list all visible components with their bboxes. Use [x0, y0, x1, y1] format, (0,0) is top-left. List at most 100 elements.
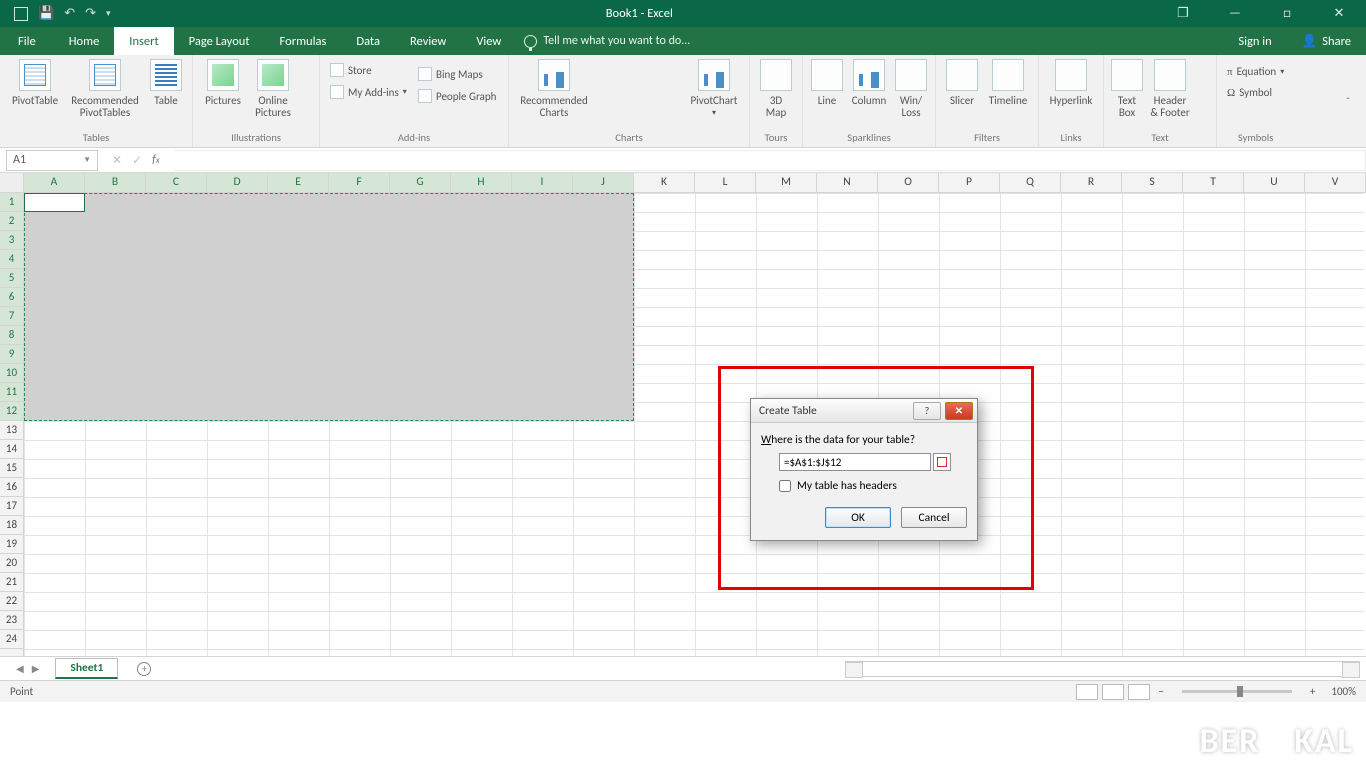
next-sheet-icon[interactable]: ▶	[32, 662, 40, 675]
symbol-button[interactable]: Ω Symbol	[1223, 84, 1276, 101]
dialog-titlebar[interactable]: Create Table ? ✕	[751, 399, 977, 423]
dialog-close-icon[interactable]: ✕	[945, 402, 973, 420]
chart-area-icon[interactable]	[625, 85, 653, 107]
table-button[interactable]: Table	[146, 59, 186, 107]
tab-review[interactable]: Review	[395, 27, 461, 55]
row-header[interactable]: 1	[0, 193, 23, 212]
name-box[interactable]: A1▼	[6, 150, 98, 171]
online-pictures-button[interactable]: Online Pictures	[249, 59, 297, 119]
pivotchart-button[interactable]: PivotChart▾	[685, 59, 743, 119]
column-header[interactable]: M	[756, 173, 817, 192]
chart-pie-icon[interactable]	[655, 61, 683, 83]
column-header[interactable]: U	[1244, 173, 1305, 192]
headers-label[interactable]: My table has headers	[797, 479, 897, 493]
row-header[interactable]: 21	[0, 573, 23, 592]
3d-map-button[interactable]: 3D Map	[756, 59, 796, 119]
insert-function-icon[interactable]: fx	[152, 153, 160, 168]
redo-icon[interactable]: ↷	[85, 6, 96, 21]
range-picker-icon[interactable]	[933, 453, 951, 471]
zoom-slider[interactable]	[1182, 690, 1292, 693]
cancel-button[interactable]: Cancel	[901, 507, 967, 528]
window-maximize-icon[interactable]: □	[1272, 6, 1302, 21]
prev-sheet-icon[interactable]: ◀	[16, 662, 24, 675]
ok-button[interactable]: OK	[825, 507, 891, 528]
column-header[interactable]: O	[878, 173, 939, 192]
column-header[interactable]: H	[451, 173, 512, 192]
new-sheet-button[interactable]: +	[132, 657, 156, 681]
recommended-charts-button[interactable]: Recommended Charts	[515, 59, 593, 119]
my-addins-button[interactable]: My Add-ins ▾	[326, 83, 411, 101]
row-header[interactable]: 11	[0, 383, 23, 402]
column-header[interactable]: I	[512, 173, 573, 192]
column-header[interactable]: L	[695, 173, 756, 192]
hyperlink-button[interactable]: Hyperlink	[1045, 59, 1097, 107]
ribbon-display-icon[interactable]: ❐	[1168, 6, 1198, 21]
sign-in-button[interactable]: Sign in	[1223, 27, 1286, 55]
row-header[interactable]: 18	[0, 516, 23, 535]
row-header[interactable]: 20	[0, 554, 23, 573]
share-button[interactable]: 👤 Share	[1287, 27, 1366, 55]
zoom-in-icon[interactable]: +	[1306, 685, 1319, 698]
tab-view[interactable]: View	[461, 27, 516, 55]
headers-checkbox[interactable]	[779, 480, 791, 492]
row-header[interactable]: 7	[0, 307, 23, 326]
store-button[interactable]: Store	[326, 61, 376, 79]
formula-bar[interactable]	[174, 150, 1366, 171]
undo-icon[interactable]: ↶	[64, 6, 75, 21]
row-header[interactable]: 16	[0, 478, 23, 497]
column-header[interactable]: A	[24, 173, 85, 192]
window-close-icon[interactable]: ✕	[1324, 6, 1354, 21]
column-header[interactable]: T	[1183, 173, 1244, 192]
row-header[interactable]: 2	[0, 212, 23, 231]
sparkline-winloss-button[interactable]: Win/ Loss	[893, 59, 929, 119]
column-header[interactable]: S	[1122, 173, 1183, 192]
header-footer-button[interactable]: Header & Footer	[1146, 59, 1194, 119]
column-header[interactable]: N	[817, 173, 878, 192]
chart-line-icon[interactable]	[625, 61, 653, 83]
row-header[interactable]: 24	[0, 630, 23, 649]
pivottable-button[interactable]: PivotTable	[6, 59, 64, 107]
column-header[interactable]: B	[85, 173, 146, 192]
column-header[interactable]: J	[573, 173, 634, 192]
view-normal-icon[interactable]	[1076, 684, 1098, 700]
tab-insert[interactable]: Insert	[114, 27, 173, 55]
select-all-corner[interactable]	[0, 173, 24, 192]
tab-data[interactable]: Data	[341, 27, 395, 55]
zoom-out-icon[interactable]: −	[1154, 685, 1167, 698]
row-header[interactable]: 9	[0, 345, 23, 364]
chart-scatter-icon[interactable]	[655, 85, 683, 107]
horizontal-scrollbar[interactable]	[845, 661, 1360, 677]
row-header[interactable]: 22	[0, 592, 23, 611]
column-header[interactable]: F	[329, 173, 390, 192]
tab-formulas[interactable]: Formulas	[265, 27, 342, 55]
column-header[interactable]: V	[1305, 173, 1366, 192]
people-graph-button[interactable]: People Graph	[414, 87, 500, 105]
chart-col-icon[interactable]	[595, 61, 623, 83]
row-header[interactable]: 6	[0, 288, 23, 307]
sparkline-column-button[interactable]: Column	[847, 59, 891, 107]
row-header[interactable]: 8	[0, 326, 23, 345]
chart-bar-icon[interactable]	[595, 85, 623, 107]
row-header[interactable]: 4	[0, 250, 23, 269]
dialog-help-icon[interactable]: ?	[913, 402, 941, 420]
row-header[interactable]: 19	[0, 535, 23, 554]
tab-file[interactable]: File	[0, 27, 54, 55]
view-pagebreak-icon[interactable]	[1128, 684, 1150, 700]
chevron-down-icon[interactable]: ▼	[83, 155, 91, 165]
view-pagelayout-icon[interactable]	[1102, 684, 1124, 700]
tab-home[interactable]: Home	[54, 27, 115, 55]
column-header[interactable]: D	[207, 173, 268, 192]
row-header[interactable]: 12	[0, 402, 23, 421]
equation-button[interactable]: π Equation ▾	[1223, 63, 1288, 80]
slicer-button[interactable]: Slicer	[942, 59, 982, 107]
row-header[interactable]: 17	[0, 497, 23, 516]
row-header[interactable]: 15	[0, 459, 23, 478]
row-header[interactable]: 14	[0, 440, 23, 459]
column-header[interactable]: Q	[1000, 173, 1061, 192]
collapse-ribbon-icon[interactable]: ˆ	[1336, 95, 1360, 108]
tab-page-layout[interactable]: Page Layout	[174, 27, 265, 55]
timeline-button[interactable]: Timeline	[984, 59, 1032, 107]
column-header[interactable]: K	[634, 173, 695, 192]
row-header[interactable]: 5	[0, 269, 23, 288]
column-header[interactable]: P	[939, 173, 1000, 192]
